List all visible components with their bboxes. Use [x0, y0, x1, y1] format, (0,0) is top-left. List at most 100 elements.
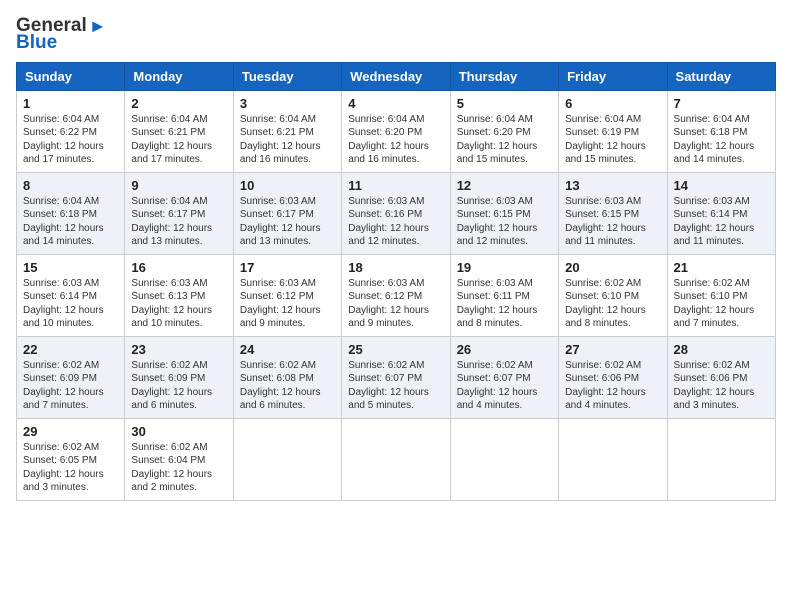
weekday-header: Friday: [559, 62, 667, 90]
weekday-header: Thursday: [450, 62, 558, 90]
calendar-cell: 18 Sunrise: 6:03 AMSunset: 6:12 PMDaylig…: [342, 254, 450, 336]
day-detail: Sunrise: 6:04 AMSunset: 6:21 PMDaylight:…: [131, 114, 212, 166]
weekday-header: Sunday: [17, 62, 125, 90]
day-number: 18: [348, 260, 443, 275]
day-number: 20: [565, 260, 660, 275]
calendar-week-row: 15 Sunrise: 6:03 AMSunset: 6:14 PMDaylig…: [17, 254, 776, 336]
day-number: 12: [457, 178, 552, 193]
day-detail: Sunrise: 6:02 AMSunset: 6:06 PMDaylight:…: [565, 360, 646, 412]
day-number: 13: [565, 178, 660, 193]
page-header: General ► Blue: [16, 16, 776, 54]
day-detail: Sunrise: 6:04 AMSunset: 6:20 PMDaylight:…: [457, 114, 538, 166]
calendar-table: SundayMondayTuesdayWednesdayThursdayFrid…: [16, 62, 776, 501]
calendar-cell: 11 Sunrise: 6:03 AMSunset: 6:16 PMDaylig…: [342, 172, 450, 254]
weekday-header: Wednesday: [342, 62, 450, 90]
calendar-cell: 30 Sunrise: 6:02 AMSunset: 6:04 PMDaylig…: [125, 418, 233, 500]
calendar-cell: 28 Sunrise: 6:02 AMSunset: 6:06 PMDaylig…: [667, 336, 775, 418]
day-detail: Sunrise: 6:03 AMSunset: 6:16 PMDaylight:…: [348, 196, 429, 248]
day-number: 28: [674, 342, 769, 357]
day-detail: Sunrise: 6:03 AMSunset: 6:11 PMDaylight:…: [457, 278, 538, 330]
day-detail: Sunrise: 6:02 AMSunset: 6:07 PMDaylight:…: [348, 360, 429, 412]
day-number: 2: [131, 96, 226, 111]
day-number: 8: [23, 178, 118, 193]
day-number: 23: [131, 342, 226, 357]
day-detail: Sunrise: 6:02 AMSunset: 6:08 PMDaylight:…: [240, 360, 321, 412]
day-detail: Sunrise: 6:04 AMSunset: 6:20 PMDaylight:…: [348, 114, 429, 166]
calendar-cell: 13 Sunrise: 6:03 AMSunset: 6:15 PMDaylig…: [559, 172, 667, 254]
calendar-cell: 23 Sunrise: 6:02 AMSunset: 6:09 PMDaylig…: [125, 336, 233, 418]
calendar-cell: 10 Sunrise: 6:03 AMSunset: 6:17 PMDaylig…: [233, 172, 341, 254]
calendar-cell: 8 Sunrise: 6:04 AMSunset: 6:18 PMDayligh…: [17, 172, 125, 254]
day-detail: Sunrise: 6:02 AMSunset: 6:09 PMDaylight:…: [23, 360, 104, 412]
day-number: 11: [348, 178, 443, 193]
calendar-cell: 2 Sunrise: 6:04 AMSunset: 6:21 PMDayligh…: [125, 90, 233, 172]
day-detail: Sunrise: 6:03 AMSunset: 6:15 PMDaylight:…: [457, 196, 538, 248]
calendar-cell: 15 Sunrise: 6:03 AMSunset: 6:14 PMDaylig…: [17, 254, 125, 336]
day-number: 9: [131, 178, 226, 193]
calendar-cell: 12 Sunrise: 6:03 AMSunset: 6:15 PMDaylig…: [450, 172, 558, 254]
day-number: 1: [23, 96, 118, 111]
calendar-cell: [342, 418, 450, 500]
day-detail: Sunrise: 6:02 AMSunset: 6:07 PMDaylight:…: [457, 360, 538, 412]
weekday-header: Tuesday: [233, 62, 341, 90]
weekday-header-row: SundayMondayTuesdayWednesdayThursdayFrid…: [17, 62, 776, 90]
logo: General ► Blue: [16, 16, 107, 54]
calendar-cell: 16 Sunrise: 6:03 AMSunset: 6:13 PMDaylig…: [125, 254, 233, 336]
day-detail: Sunrise: 6:02 AMSunset: 6:06 PMDaylight:…: [674, 360, 755, 412]
calendar-cell: 4 Sunrise: 6:04 AMSunset: 6:20 PMDayligh…: [342, 90, 450, 172]
calendar-cell: 25 Sunrise: 6:02 AMSunset: 6:07 PMDaylig…: [342, 336, 450, 418]
day-number: 4: [348, 96, 443, 111]
calendar-cell: 19 Sunrise: 6:03 AMSunset: 6:11 PMDaylig…: [450, 254, 558, 336]
day-detail: Sunrise: 6:04 AMSunset: 6:17 PMDaylight:…: [131, 196, 212, 248]
day-number: 27: [565, 342, 660, 357]
calendar-cell: 6 Sunrise: 6:04 AMSunset: 6:19 PMDayligh…: [559, 90, 667, 172]
day-detail: Sunrise: 6:02 AMSunset: 6:10 PMDaylight:…: [674, 278, 755, 330]
day-detail: Sunrise: 6:03 AMSunset: 6:13 PMDaylight:…: [131, 278, 212, 330]
calendar-cell: 22 Sunrise: 6:02 AMSunset: 6:09 PMDaylig…: [17, 336, 125, 418]
day-detail: Sunrise: 6:03 AMSunset: 6:15 PMDaylight:…: [565, 196, 646, 248]
day-detail: Sunrise: 6:02 AMSunset: 6:09 PMDaylight:…: [131, 360, 212, 412]
day-number: 16: [131, 260, 226, 275]
calendar-week-row: 22 Sunrise: 6:02 AMSunset: 6:09 PMDaylig…: [17, 336, 776, 418]
calendar-cell: 3 Sunrise: 6:04 AMSunset: 6:21 PMDayligh…: [233, 90, 341, 172]
day-detail: Sunrise: 6:03 AMSunset: 6:12 PMDaylight:…: [240, 278, 321, 330]
calendar-cell: 29 Sunrise: 6:02 AMSunset: 6:05 PMDaylig…: [17, 418, 125, 500]
day-detail: Sunrise: 6:04 AMSunset: 6:18 PMDaylight:…: [674, 114, 755, 166]
calendar-cell: 26 Sunrise: 6:02 AMSunset: 6:07 PMDaylig…: [450, 336, 558, 418]
calendar-cell: [233, 418, 341, 500]
day-number: 29: [23, 424, 118, 439]
calendar-cell: 5 Sunrise: 6:04 AMSunset: 6:20 PMDayligh…: [450, 90, 558, 172]
day-detail: Sunrise: 6:04 AMSunset: 6:18 PMDaylight:…: [23, 196, 104, 248]
day-number: 24: [240, 342, 335, 357]
logo-blue-text: Blue: [16, 33, 107, 54]
weekday-header: Monday: [125, 62, 233, 90]
calendar-cell: 1 Sunrise: 6:04 AMSunset: 6:22 PMDayligh…: [17, 90, 125, 172]
day-number: 26: [457, 342, 552, 357]
day-detail: Sunrise: 6:04 AMSunset: 6:21 PMDaylight:…: [240, 114, 321, 166]
day-number: 21: [674, 260, 769, 275]
calendar-cell: 27 Sunrise: 6:02 AMSunset: 6:06 PMDaylig…: [559, 336, 667, 418]
day-number: 30: [131, 424, 226, 439]
day-detail: Sunrise: 6:02 AMSunset: 6:10 PMDaylight:…: [565, 278, 646, 330]
day-number: 14: [674, 178, 769, 193]
calendar-week-row: 1 Sunrise: 6:04 AMSunset: 6:22 PMDayligh…: [17, 90, 776, 172]
day-number: 10: [240, 178, 335, 193]
calendar-cell: 14 Sunrise: 6:03 AMSunset: 6:14 PMDaylig…: [667, 172, 775, 254]
calendar-cell: 24 Sunrise: 6:02 AMSunset: 6:08 PMDaylig…: [233, 336, 341, 418]
day-detail: Sunrise: 6:03 AMSunset: 6:12 PMDaylight:…: [348, 278, 429, 330]
day-detail: Sunrise: 6:04 AMSunset: 6:22 PMDaylight:…: [23, 114, 104, 166]
day-number: 17: [240, 260, 335, 275]
day-detail: Sunrise: 6:02 AMSunset: 6:05 PMDaylight:…: [23, 442, 104, 494]
day-detail: Sunrise: 6:03 AMSunset: 6:14 PMDaylight:…: [23, 278, 104, 330]
calendar-cell: 7 Sunrise: 6:04 AMSunset: 6:18 PMDayligh…: [667, 90, 775, 172]
day-number: 19: [457, 260, 552, 275]
day-number: 7: [674, 96, 769, 111]
calendar-cell: 20 Sunrise: 6:02 AMSunset: 6:10 PMDaylig…: [559, 254, 667, 336]
calendar-cell: [450, 418, 558, 500]
day-detail: Sunrise: 6:03 AMSunset: 6:14 PMDaylight:…: [674, 196, 755, 248]
day-number: 6: [565, 96, 660, 111]
calendar-cell: 17 Sunrise: 6:03 AMSunset: 6:12 PMDaylig…: [233, 254, 341, 336]
day-number: 3: [240, 96, 335, 111]
day-number: 5: [457, 96, 552, 111]
day-detail: Sunrise: 6:03 AMSunset: 6:17 PMDaylight:…: [240, 196, 321, 248]
